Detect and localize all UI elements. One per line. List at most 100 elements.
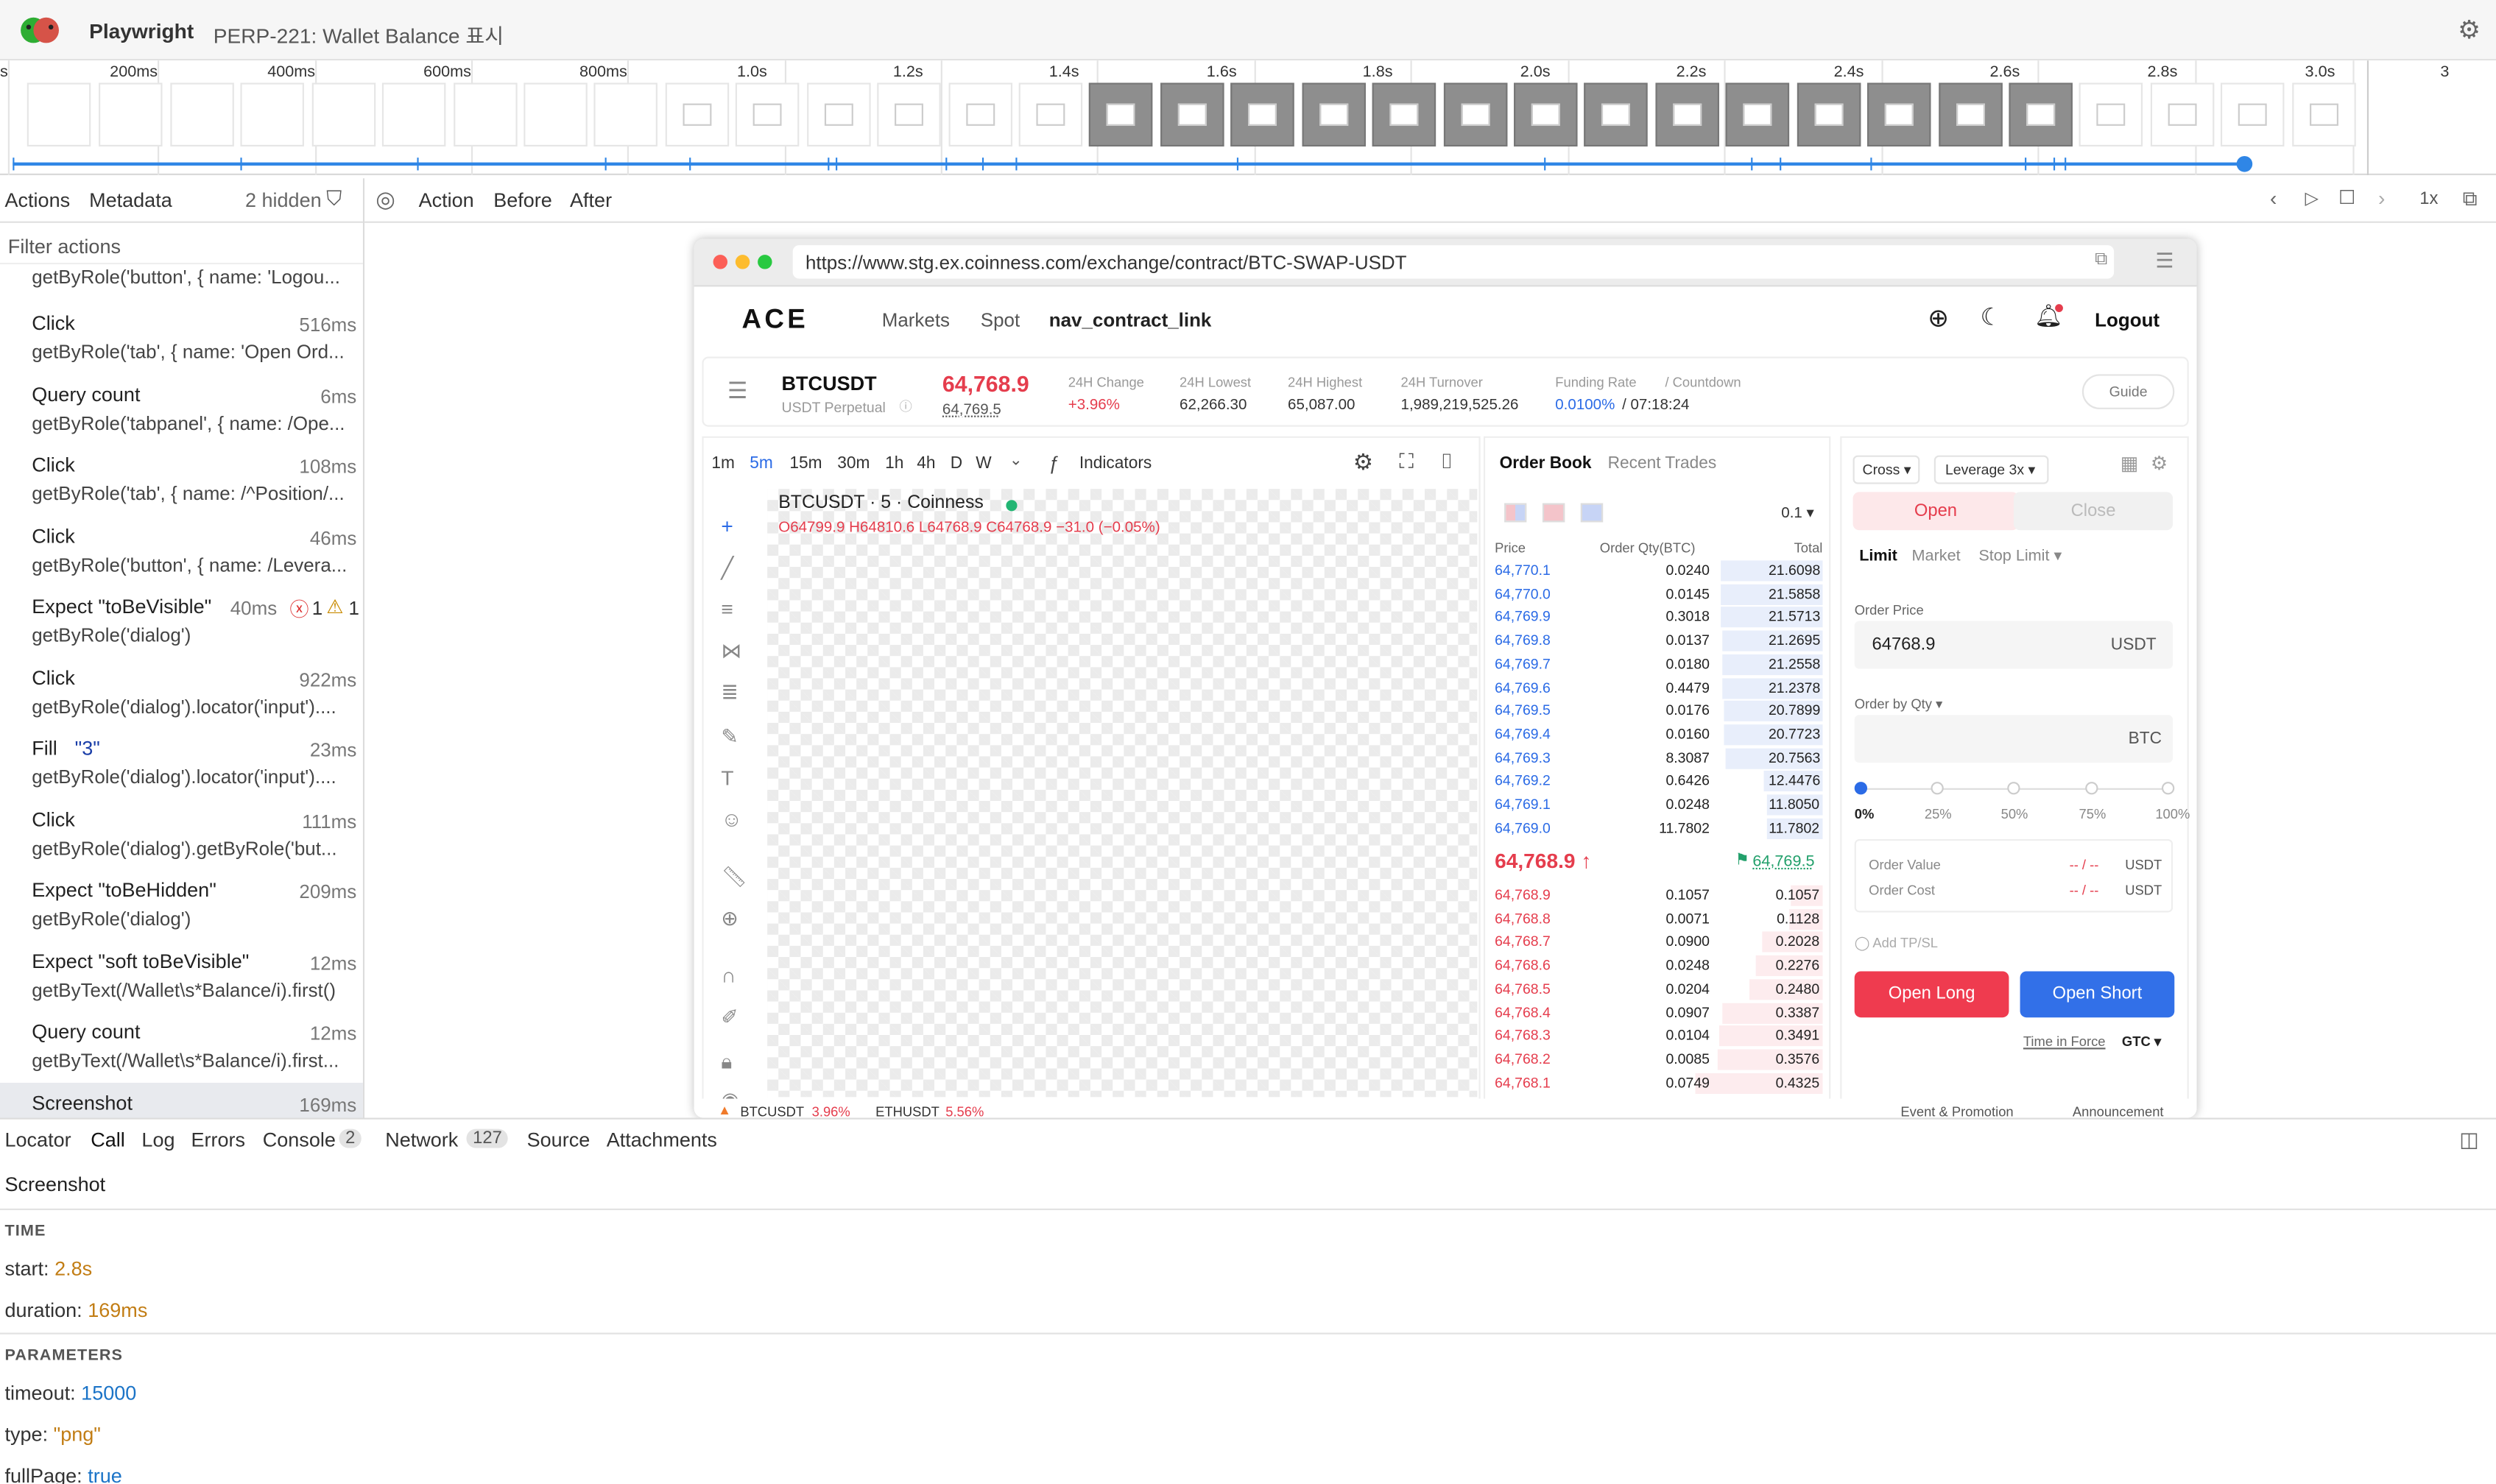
timeline-thumbnail[interactable] xyxy=(1088,82,1153,147)
tab-market[interactable]: Market xyxy=(1912,548,1961,565)
slider-stop[interactable] xyxy=(1931,782,1944,795)
tab-call[interactable]: Call xyxy=(91,1129,125,1151)
guide-button[interactable]: Guide xyxy=(2081,374,2175,409)
book-asks-icon[interactable] xyxy=(1542,503,1565,523)
timeline-thumbnail[interactable] xyxy=(1018,82,1083,147)
market-list-icon[interactable]: ☰ xyxy=(727,378,747,405)
orderbook-row[interactable]: 64,769.5 0.0176 20.7899 xyxy=(1495,702,1822,723)
action-item[interactable]: Click 108ms getByRole('tab', { name: /^Pos… xyxy=(0,445,363,515)
target-icon[interactable]: ◎ xyxy=(376,186,395,213)
orderbook-row[interactable]: 64,769.9 0.3018 21.5713 xyxy=(1495,609,1822,629)
close-tab-button[interactable]: Close xyxy=(2013,492,2174,531)
slider-stop[interactable] xyxy=(2007,782,2020,795)
timeline-handle[interactable] xyxy=(2236,155,2253,172)
timeline-thumbnail[interactable] xyxy=(877,82,941,147)
timeline-thumbnail[interactable] xyxy=(1443,82,1508,147)
tab-locator[interactable]: Locator xyxy=(4,1129,71,1151)
trendline-icon[interactable]: ╱ xyxy=(721,556,733,582)
timeline-thumbnail[interactable] xyxy=(381,82,446,147)
action-item[interactable]: Screenshot 169ms xyxy=(0,1081,363,1118)
orderbook-row[interactable]: 64,770.1 0.0240 21.6098 xyxy=(1495,562,1822,583)
action-item[interactable]: Query count 12ms getByText(/Wallet\s*Balan… xyxy=(0,1011,363,1081)
first-action-sub[interactable]: getByRole('button', { name: 'Logou... xyxy=(32,266,340,288)
timeline-thumbnail[interactable] xyxy=(1725,82,1790,147)
timeline-thumbnail[interactable] xyxy=(27,82,91,147)
timeline-thumbnail[interactable] xyxy=(1230,82,1294,147)
timeline-thumbnail[interactable] xyxy=(1514,82,1578,147)
footer-announcement[interactable]: Announcement xyxy=(2073,1103,2164,1117)
timeline-thumbnail[interactable] xyxy=(1584,82,1648,147)
orderbook-row[interactable]: 64,769.7 0.0180 21.2558 xyxy=(1495,656,1822,676)
chevron-left-icon[interactable]: ‹ xyxy=(2270,186,2277,210)
action-item[interactable]: Query count 6ms getByRole('tabpanel', { na… xyxy=(0,373,363,443)
timeline-thumbnail[interactable] xyxy=(454,82,518,147)
speed-label[interactable]: 1x xyxy=(2419,189,2438,208)
open-external-icon[interactable]: ⧉ xyxy=(2463,186,2478,212)
horizontal-lines-icon[interactable]: ≡ xyxy=(721,597,733,621)
brush-icon[interactable]: ✎ xyxy=(721,724,738,750)
orderbook-row[interactable]: 64,768.7 0.0900 0.2028 xyxy=(1495,933,1822,954)
camera-icon[interactable]: ⌷ xyxy=(1441,449,1453,475)
action-item[interactable]: Expect "toBeVisible" ⓧ 1 ⚠ 1 40ms getByRole('d… xyxy=(0,586,363,656)
nav-markets[interactable]: Markets xyxy=(882,309,950,331)
orderbook-row[interactable]: 64,769.3 8.3087 20.7563 xyxy=(1495,749,1822,770)
timeline-thumbnail[interactable] xyxy=(99,82,163,147)
slider-stop[interactable] xyxy=(2085,782,2098,795)
action-item[interactable]: Click 111ms getByRole('dialog').getByRole(… xyxy=(0,799,363,869)
action-item[interactable]: Click 46ms getByRole('button', { name: /Le… xyxy=(0,515,363,585)
order-price-input[interactable]: 64768.9 USDT xyxy=(1854,621,2174,669)
orderbook-row[interactable]: 64,769.4 0.0160 20.7723 xyxy=(1495,726,1822,746)
order-by-qty-select[interactable]: Order by Qty ▾ xyxy=(1855,696,1943,713)
orderbook-row[interactable]: 64,769.2 0.6426 12.4476 xyxy=(1495,773,1822,794)
theme-moon-icon[interactable]: ☾ xyxy=(1981,303,2002,331)
qty-slider[interactable]: 0% 25% 50% 75% 100% xyxy=(1854,780,2190,828)
footer-event[interactable]: Event & Promotion xyxy=(1900,1103,2013,1117)
tab-stop-limit[interactable]: Stop Limit ▾ xyxy=(1978,548,2062,565)
interval-30m[interactable]: 30m xyxy=(837,453,870,473)
indicators-icon[interactable]: ƒ xyxy=(1049,452,1060,474)
orderbook-row[interactable]: 64,769.1 0.0248 11.8050 xyxy=(1495,796,1822,817)
form-settings-icon[interactable]: ⚙ xyxy=(2151,452,2168,474)
timeline-thumbnail[interactable] xyxy=(807,82,871,147)
open-long-button[interactable]: Open Long xyxy=(1854,971,2009,1018)
nav-spot[interactable]: Spot xyxy=(981,309,1020,331)
filter-actions-input[interactable]: Filter actions xyxy=(0,226,363,265)
panel-toggle-icon[interactable]: ◫ xyxy=(2459,1127,2479,1153)
timeline-thumbnail[interactable] xyxy=(1867,82,1931,147)
tab-attachments[interactable]: Attachments xyxy=(607,1129,717,1151)
orderbook-row[interactable]: 64,768.2 0.0085 0.3576 xyxy=(1495,1050,1822,1071)
text-icon[interactable]: T xyxy=(721,766,733,789)
timeline-thumbnail[interactable] xyxy=(2150,82,2215,147)
leverage-select[interactable]: Leverage 3x ▾ xyxy=(1933,455,2049,484)
crosshair-icon[interactable]: + xyxy=(721,515,733,538)
orderbook-row[interactable]: 64,768.6 0.0248 0.2276 xyxy=(1495,957,1822,978)
book-both-icon[interactable] xyxy=(1504,503,1527,523)
timeline-thumbnail[interactable] xyxy=(311,82,376,147)
ace-logo[interactable]: ACE xyxy=(741,304,808,336)
calculator-icon[interactable]: ▦ xyxy=(2120,452,2139,474)
pattern-icon[interactable]: ⋈ xyxy=(721,638,741,664)
ruler-icon[interactable]: 📏︎ xyxy=(721,865,747,891)
orderbook-row[interactable]: 64,768.8 0.0071 0.1128 xyxy=(1495,911,1822,931)
open-short-button[interactable]: Open Short xyxy=(2020,971,2175,1018)
timeline-thumbnail[interactable] xyxy=(2292,82,2356,147)
interval-D[interactable]: D xyxy=(951,453,962,473)
tab-after[interactable]: After xyxy=(570,189,612,211)
fib-icon[interactable]: ≣ xyxy=(721,680,738,706)
timeline-thumbnail[interactable] xyxy=(1797,82,1861,147)
timeline-thumbnail[interactable] xyxy=(593,82,658,147)
tab-recent-trades[interactable]: Recent Trades xyxy=(1608,453,1717,473)
order-qty-input[interactable]: BTC xyxy=(1854,715,2174,763)
slider-stop[interactable] xyxy=(1854,782,1868,795)
timeline-thumbnail[interactable] xyxy=(2220,82,2285,147)
book-bids-icon[interactable] xyxy=(1580,503,1604,523)
tif-select[interactable]: GTC ▾ xyxy=(2122,1034,2161,1051)
stop-icon[interactable]: ☐ xyxy=(2338,186,2355,208)
play-icon[interactable]: ▷ xyxy=(2305,188,2319,208)
margin-mode-select[interactable]: Cross ▾ xyxy=(1852,455,1920,484)
timeline-thumbnail[interactable] xyxy=(1939,82,2003,147)
intervals-chevron-down-icon[interactable]: ⌄ xyxy=(1009,452,1023,470)
orderbook-row[interactable]: 64,769.6 0.4479 21.2378 xyxy=(1495,679,1822,700)
timeline-thumbnail[interactable] xyxy=(1302,82,1366,147)
timeline-thumbnail[interactable] xyxy=(1655,82,1719,147)
